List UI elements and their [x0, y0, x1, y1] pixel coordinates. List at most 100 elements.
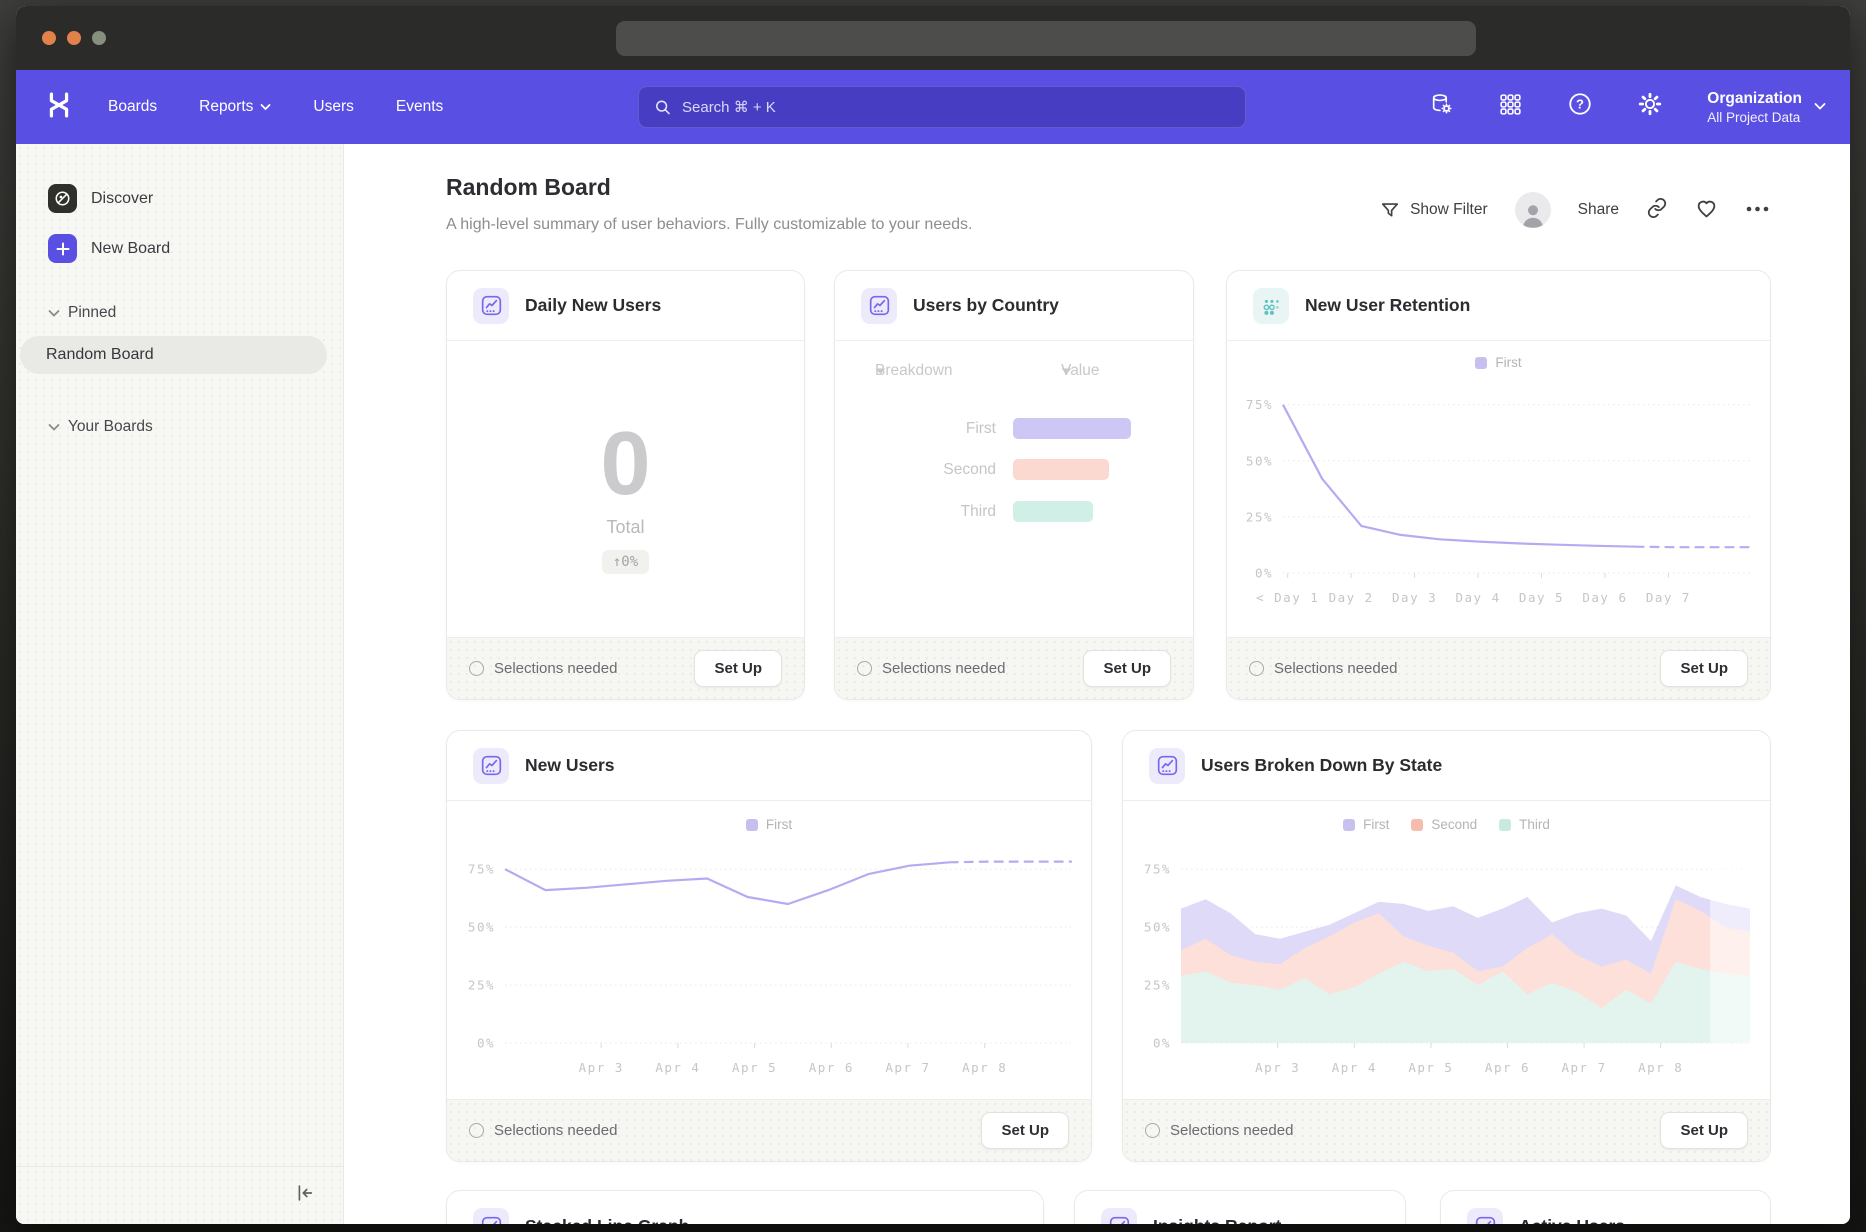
set-up-button[interactable]: Set Up	[1660, 650, 1748, 687]
window-titlebar	[16, 6, 1850, 70]
sidebar-item-random-board[interactable]: Random Board	[20, 336, 327, 374]
traffic-light-close[interactable]	[42, 31, 56, 45]
set-up-button[interactable]: Set Up	[1660, 1112, 1748, 1149]
card-new-user-retention: New User Retention First 0%25%50%75%< Da…	[1226, 270, 1771, 700]
settings-gear-icon[interactable]	[1637, 91, 1663, 122]
country-row: First	[835, 418, 1131, 439]
card-title: New Users	[525, 755, 615, 776]
chart-legend: First Second Third	[1123, 817, 1770, 832]
card-users-by-state: Users Broken Down By State First Second …	[1122, 730, 1771, 1162]
card-users-by-country: Users by Country Breakdown Value First S…	[834, 270, 1194, 700]
card-active-users: Active Users	[1440, 1190, 1771, 1224]
share-button[interactable]: Share	[1578, 201, 1619, 219]
retention-grid-icon	[1253, 288, 1289, 324]
card-new-users: New Users First 0%25%50%75%Apr 3Apr 4Apr…	[446, 730, 1092, 1162]
card-title: Stacked Line Graph	[525, 1216, 689, 1225]
svg-text:Day 4: Day 4	[1455, 590, 1500, 605]
svg-text:Apr 7: Apr 7	[1562, 1060, 1607, 1075]
nav-item-users[interactable]: Users	[313, 98, 353, 116]
svg-text:Apr 5: Apr 5	[732, 1060, 777, 1075]
card-status: Selections needed	[469, 1122, 617, 1139]
traffic-light-minimize[interactable]	[67, 31, 81, 45]
radio-icon	[1145, 1123, 1160, 1138]
chevron-down-icon	[48, 423, 60, 432]
mixpanel-logo-icon[interactable]	[46, 92, 72, 123]
discover-compass-icon	[48, 184, 77, 213]
svg-text:Apr 6: Apr 6	[809, 1060, 854, 1075]
svg-text:75%: 75%	[1246, 397, 1273, 412]
card-title: New User Retention	[1305, 295, 1470, 316]
collapse-sidebar-icon[interactable]	[293, 1182, 315, 1209]
svg-text:Apr 4: Apr 4	[1332, 1060, 1377, 1075]
chevron-down-icon	[48, 309, 60, 318]
filter-funnel-icon	[1380, 200, 1400, 220]
svg-text:Apr 3: Apr 3	[579, 1060, 624, 1075]
bar-first	[1013, 418, 1131, 439]
radio-icon	[1249, 661, 1264, 676]
radio-icon	[469, 1123, 484, 1138]
card-title: Insights Report	[1153, 1216, 1281, 1225]
traffic-light-maximize[interactable]	[92, 31, 106, 45]
app-window: Boards Reports Users Events	[16, 6, 1850, 1224]
sidebar-item-new-board[interactable]: New Board	[48, 234, 170, 263]
country-row: Third	[835, 501, 1093, 522]
set-up-button[interactable]: Set Up	[1083, 650, 1171, 687]
svg-text:Apr 4: Apr 4	[655, 1060, 700, 1075]
svg-text:75%: 75%	[1144, 862, 1171, 877]
insights-chart-icon	[1149, 748, 1185, 784]
search-icon	[653, 97, 672, 117]
user-icon	[1518, 200, 1548, 228]
org-scope: All Project Data	[1707, 110, 1802, 125]
avatar[interactable]	[1515, 192, 1551, 228]
insights-chart-icon	[1467, 1208, 1503, 1224]
card-title: Users Broken Down By State	[1201, 755, 1442, 776]
sidebar-item-discover[interactable]: Discover	[48, 184, 153, 213]
svg-text:< Day 1: < Day 1	[1256, 590, 1319, 605]
nav-item-events[interactable]: Events	[396, 98, 443, 116]
stacked-area-chart: 0%25%50%75%Apr 3Apr 4Apr 5Apr 6Apr 7Apr …	[1131, 845, 1762, 1077]
card-daily-new-users: Daily New Users 0 Total ↑0% Selections n…	[446, 270, 805, 700]
sidebar-section-your-boards[interactable]: Your Boards	[48, 418, 153, 436]
data-management-icon[interactable]	[1429, 92, 1454, 122]
copy-link-icon[interactable]	[1646, 197, 1668, 224]
retention-line-chart: 0%25%50%75%< Day 1Day 2Day 3Day 4Day 5Da…	[1233, 381, 1765, 607]
show-filter-button[interactable]: Show Filter	[1380, 200, 1488, 220]
value-dropdown[interactable]: Value	[1061, 367, 1072, 375]
card-status: Selections needed	[1145, 1122, 1293, 1139]
chart-legend: First	[447, 817, 1091, 832]
svg-text:Apr 6: Apr 6	[1485, 1060, 1530, 1075]
svg-text:Day 7: Day 7	[1646, 590, 1691, 605]
help-icon[interactable]: ?	[1567, 91, 1593, 122]
org-switcher[interactable]: Organization All Project Data	[1707, 89, 1826, 124]
insights-chart-icon	[861, 288, 897, 324]
nav-item-boards[interactable]: Boards	[108, 98, 157, 116]
svg-text:Day 6: Day 6	[1582, 590, 1627, 605]
sidebar-section-pinned[interactable]: Pinned	[48, 304, 116, 322]
card-title: Daily New Users	[525, 295, 661, 316]
page-title: Random Board	[446, 174, 611, 201]
main-content: Random Board A high-level summary of use…	[344, 144, 1850, 1224]
more-options-icon[interactable]	[1745, 201, 1770, 219]
address-bar[interactable]	[616, 21, 1476, 56]
nav-item-reports[interactable]: Reports	[199, 98, 271, 116]
search-input[interactable]	[682, 99, 1231, 116]
insights-chart-icon	[473, 288, 509, 324]
svg-text:Day 2: Day 2	[1329, 590, 1374, 605]
global-search[interactable]	[638, 86, 1246, 128]
apps-grid-icon[interactable]	[1498, 92, 1523, 122]
page-subtitle: A high-level summary of user behaviors. …	[446, 216, 972, 234]
svg-text:50%: 50%	[1246, 453, 1273, 468]
card-status: Selections needed	[1249, 660, 1397, 677]
country-row: Second	[835, 459, 1109, 480]
svg-text:Day 3: Day 3	[1392, 590, 1437, 605]
favorite-heart-icon[interactable]	[1695, 197, 1718, 224]
insights-chart-icon	[473, 1208, 509, 1224]
chevron-down-icon	[1814, 102, 1826, 111]
sidebar: Discover New Board Pinned Random Board Y…	[16, 144, 344, 1224]
svg-text:Apr 3: Apr 3	[1255, 1060, 1300, 1075]
radio-icon	[469, 661, 484, 676]
breakdown-dropdown[interactable]: Breakdown	[875, 367, 886, 375]
set-up-button[interactable]: Set Up	[981, 1112, 1069, 1149]
set-up-button[interactable]: Set Up	[694, 650, 782, 687]
card-title: Users by Country	[913, 295, 1059, 316]
